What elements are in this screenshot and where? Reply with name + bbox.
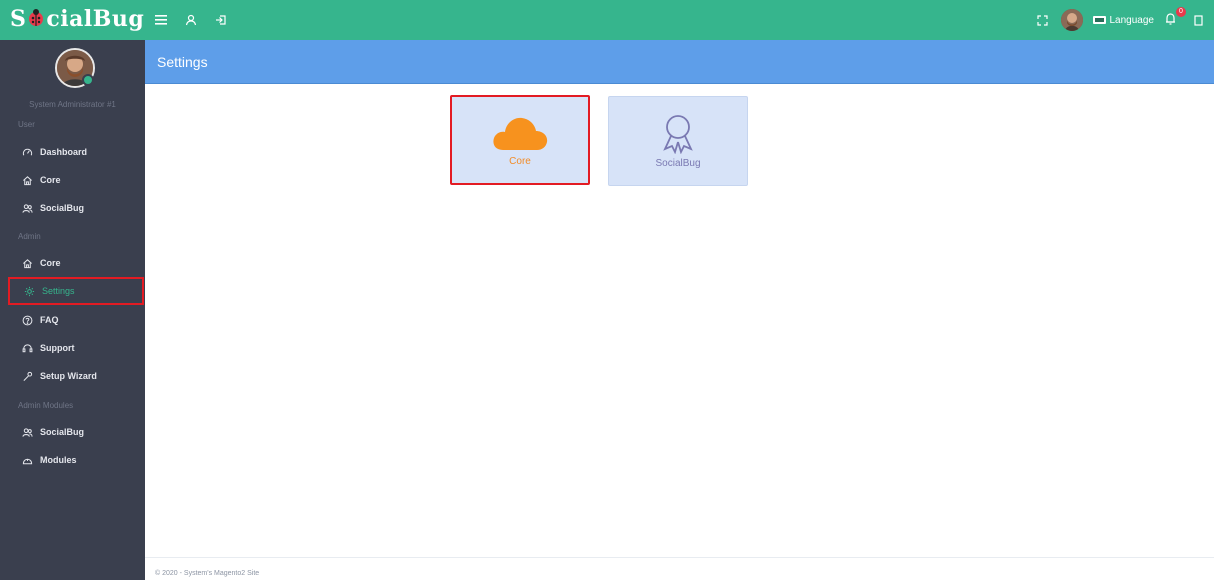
language-selector[interactable]: Language xyxy=(1092,14,1155,26)
menu-icon[interactable] xyxy=(153,12,169,28)
sidebar-item-label: Support xyxy=(40,343,75,353)
home-icon xyxy=(23,175,32,185)
sidebar-item-support[interactable]: Support xyxy=(0,335,145,361)
sidebar-item-core[interactable]: Core xyxy=(0,167,145,193)
user-avatar[interactable] xyxy=(1060,9,1083,31)
users-icon xyxy=(22,203,33,213)
sidebar-item-label: Settings xyxy=(42,286,75,296)
gear-icon xyxy=(24,286,35,296)
users-icon xyxy=(22,427,33,437)
panel-toggle-icon[interactable] xyxy=(1190,12,1206,28)
sidebar-item-setup-wizard[interactable]: Setup Wizard xyxy=(0,363,145,389)
top-bar: S cialBug Language 0 xyxy=(0,0,1214,40)
sidebar-item-label: Dashboard xyxy=(40,147,88,157)
sidebar-item-socialbug[interactable]: SocialBug xyxy=(0,195,145,221)
core-settings-card[interactable]: Core xyxy=(450,95,590,185)
online-status-dot xyxy=(82,74,94,86)
sidebar-item-label: Modules xyxy=(40,455,77,465)
sidebar-item-modules-socialbug[interactable]: SocialBug xyxy=(0,419,145,445)
page-title: Settings xyxy=(157,54,208,70)
user-icon[interactable] xyxy=(183,12,199,28)
question-icon xyxy=(22,315,33,325)
modules-icon xyxy=(22,458,33,464)
notification-badge: 0 xyxy=(1176,7,1186,17)
sidebar-item-settings[interactable]: Settings xyxy=(8,277,144,305)
sidebar-section-user: User xyxy=(18,120,35,129)
brand-logo[interactable]: S cialBug xyxy=(10,4,144,34)
sidebar-item-label: SocialBug xyxy=(40,203,85,213)
cloud-icon xyxy=(493,117,548,150)
dashboard-icon xyxy=(22,148,33,155)
brand-text: cialBug xyxy=(46,6,145,32)
footer-divider xyxy=(145,557,1214,558)
sidebar: System Administrator #1 User Dashboard C… xyxy=(0,40,145,580)
logout-icon[interactable] xyxy=(213,12,229,28)
language-label: Language xyxy=(1109,14,1155,26)
support-icon xyxy=(22,343,33,352)
sidebar-user-name: System Administrator #1 xyxy=(29,100,116,109)
award-icon xyxy=(663,114,693,154)
card-label: SocialBug xyxy=(655,157,701,169)
page-header: Settings xyxy=(145,40,1214,84)
sidebar-item-admin-core[interactable]: Core xyxy=(0,250,145,276)
sidebar-item-label: Core xyxy=(40,175,61,185)
flag-icon xyxy=(1092,16,1106,24)
sidebar-section-admin: Admin xyxy=(18,232,41,241)
ladybug-icon xyxy=(29,9,44,26)
sidebar-item-label: FAQ xyxy=(40,315,59,325)
fullscreen-icon[interactable] xyxy=(1035,12,1051,28)
sidebar-item-label: Core xyxy=(40,258,61,268)
sidebar-item-modules[interactable]: Modules xyxy=(0,447,145,473)
socialbug-settings-card[interactable]: SocialBug xyxy=(608,96,748,186)
bell-icon xyxy=(1166,13,1175,25)
card-label: Core xyxy=(509,155,531,167)
sidebar-item-label: SocialBug xyxy=(40,427,85,437)
sidebar-section-admin-modules: Admin Modules xyxy=(18,401,74,410)
home-icon xyxy=(23,258,32,268)
wand-icon xyxy=(23,371,33,381)
sidebar-item-dashboard[interactable]: Dashboard xyxy=(0,139,145,165)
sidebar-item-label: Setup Wizard xyxy=(40,371,97,381)
notifications-button[interactable]: 0 xyxy=(1164,7,1186,28)
sidebar-item-faq[interactable]: FAQ xyxy=(0,307,145,333)
footer-text: © 2020 - System's Magento2 Site xyxy=(155,570,260,577)
